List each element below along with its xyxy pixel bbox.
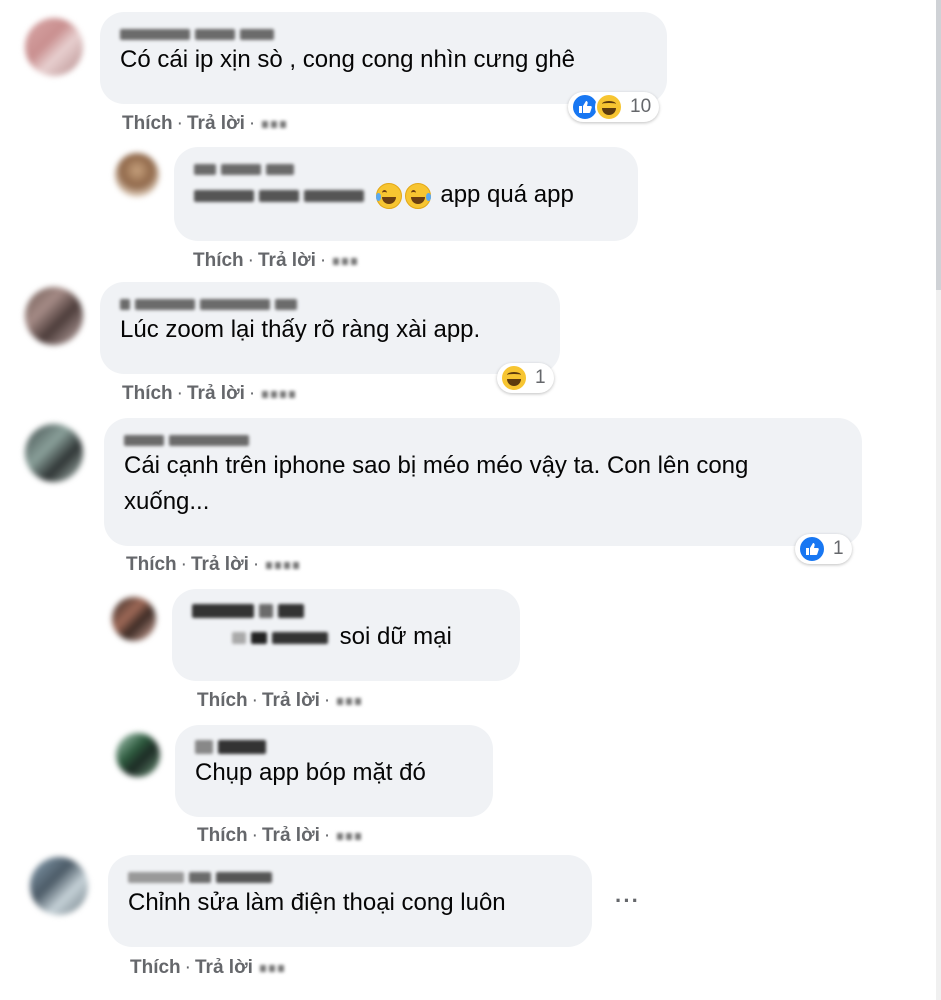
comment-bubble: Cái cạnh trên iphone sao bị méo méo vậy … xyxy=(104,418,862,546)
timestamp[interactable] xyxy=(337,697,362,705)
reaction-summary[interactable]: 1 xyxy=(795,534,852,564)
separator: · xyxy=(180,554,187,575)
comment-actions: Thích · Trả lời · xyxy=(122,113,287,135)
like-action[interactable]: Thích xyxy=(197,825,248,847)
timestamp[interactable] xyxy=(262,120,287,128)
reaction-count: 10 xyxy=(630,96,652,117)
avatar[interactable] xyxy=(25,18,83,76)
comment-actions: Thích · Trả lời · xyxy=(197,825,362,847)
separator: · xyxy=(323,690,331,711)
separator: · xyxy=(251,825,258,846)
like-action[interactable]: Thích xyxy=(130,957,181,979)
avatar[interactable] xyxy=(112,597,156,641)
reply-action[interactable]: Trả lời xyxy=(262,825,320,847)
reply-action[interactable]: Trả lời xyxy=(258,250,316,272)
avatar[interactable] xyxy=(25,424,83,482)
scrollbar-thumb[interactable] xyxy=(936,0,941,290)
timestamp[interactable] xyxy=(333,257,358,265)
like-action[interactable]: Thích xyxy=(193,250,244,272)
haha-icon xyxy=(500,364,528,392)
reply-action[interactable]: Trả lời xyxy=(262,690,320,712)
comment-text: soi dữ mại xyxy=(339,623,452,650)
comment-text: Chụp app bóp mặt đó xyxy=(195,759,426,786)
mention-blurred[interactable] xyxy=(194,178,369,214)
separator: · xyxy=(247,250,254,271)
comment-bubble: Lúc zoom lại thấy rõ ràng xài app. xyxy=(100,282,560,374)
comment-actions: Thích · Trả lời · xyxy=(126,554,300,576)
author-name[interactable] xyxy=(192,603,502,619)
comment-bubble: app quá app xyxy=(174,147,638,241)
comment-bubble: soi dữ mại xyxy=(172,589,520,681)
reply-action[interactable]: Trả lời xyxy=(187,113,245,135)
scrollbar[interactable] xyxy=(936,0,941,1000)
comment-text: app quá app xyxy=(440,181,574,208)
avatar[interactable] xyxy=(116,733,160,777)
more-options-button[interactable]: ··· xyxy=(615,888,640,914)
separator: · xyxy=(248,113,256,134)
reaction-count: 1 xyxy=(535,367,546,388)
like-icon xyxy=(798,535,826,563)
timestamp[interactable] xyxy=(259,964,284,972)
avatar[interactable] xyxy=(25,287,83,345)
separator: · xyxy=(252,554,260,575)
reply-action[interactable]: Trả lời xyxy=(191,554,249,576)
author-name[interactable] xyxy=(120,26,649,42)
timestamp[interactable] xyxy=(337,832,362,840)
separator: · xyxy=(176,383,183,404)
author-name[interactable] xyxy=(194,161,620,177)
avatar[interactable] xyxy=(30,857,88,915)
avatar[interactable] xyxy=(115,153,159,197)
mention-blurred[interactable] xyxy=(232,620,333,656)
separator: · xyxy=(184,957,191,978)
comment-actions: Thích · Trả lời · xyxy=(197,690,362,712)
separator: · xyxy=(176,113,183,134)
comment-actions: Thích · Trả lời · xyxy=(122,383,296,405)
separator: · xyxy=(323,825,331,846)
haha-icon xyxy=(595,93,623,121)
timestamp[interactable] xyxy=(266,561,300,569)
like-action[interactable]: Thích xyxy=(122,383,173,405)
comment-actions: Thích · Trả lời · xyxy=(193,250,358,272)
separator: · xyxy=(319,250,327,271)
reaction-summary[interactable]: 10 xyxy=(568,92,660,122)
reply-action[interactable]: Trả lời xyxy=(195,957,253,979)
author-name[interactable] xyxy=(124,432,844,448)
author-name[interactable] xyxy=(120,296,542,312)
haha-icon xyxy=(404,182,431,209)
comment-bubble: Có cái ip xịn sò , cong cong nhìn cưng g… xyxy=(100,12,667,104)
author-name[interactable] xyxy=(195,739,475,755)
reaction-count: 1 xyxy=(833,538,844,559)
timestamp[interactable] xyxy=(262,390,296,398)
comment-text: Lúc zoom lại thấy rõ ràng xài app. xyxy=(120,316,481,343)
comment-actions: Thích · Trả lời xyxy=(130,957,284,979)
comment-text-row: app quá app xyxy=(194,177,620,214)
comment-text: Cái cạnh trên iphone sao bị méo méo vậy … xyxy=(124,452,749,515)
comment-bubble: Chụp app bóp mặt đó xyxy=(175,725,493,817)
haha-icon xyxy=(375,182,402,209)
like-action[interactable]: Thích xyxy=(197,690,248,712)
comment-text: Chỉnh sửa làm điện thoại cong luôn xyxy=(128,889,506,916)
reaction-summary[interactable]: 1 xyxy=(497,363,554,393)
separator: · xyxy=(248,383,256,404)
comment-text: Có cái ip xịn sò , cong cong nhìn cưng g… xyxy=(120,46,576,73)
comment-bubble: Chỉnh sửa làm điện thoại cong luôn xyxy=(108,855,592,947)
like-action[interactable]: Thích xyxy=(122,113,173,135)
like-action[interactable]: Thích xyxy=(126,554,177,576)
comment-text-row: soi dữ mại xyxy=(192,619,502,656)
author-name[interactable] xyxy=(128,869,574,885)
reply-action[interactable]: Trả lời xyxy=(187,383,245,405)
separator: · xyxy=(251,690,258,711)
